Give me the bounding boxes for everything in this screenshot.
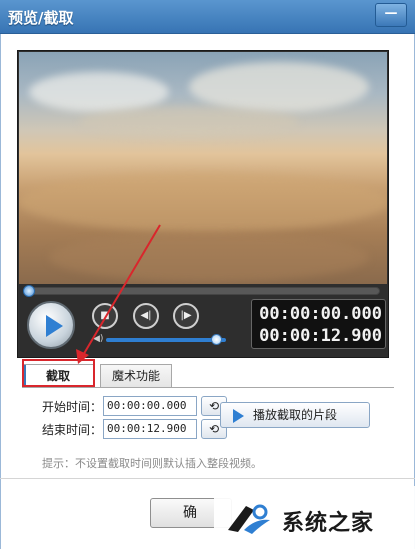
current-time: 00:00:00.000: [259, 304, 382, 324]
minimize-button[interactable]: —: [375, 3, 407, 27]
speaker-icon[interactable]: ◀): [93, 334, 103, 344]
stop-icon: ■: [100, 310, 110, 321]
end-time-label: 结束时间：: [42, 423, 103, 437]
volume-slider[interactable]: [106, 338, 226, 342]
video-player: ■ ◀| |▶ ◀) 00:00:00.000 00:00:12.900: [17, 50, 389, 358]
highlight-box: [22, 359, 95, 387]
stop-button[interactable]: ■: [92, 303, 118, 329]
step-forward-icon: |▶: [180, 310, 192, 321]
seek-handle[interactable]: [23, 285, 35, 297]
hint-text: 提示：不设置截取时间则默认插入整段视频。: [42, 457, 262, 470]
cloud-shape: [49, 232, 369, 282]
total-time: 00:00:12.900: [259, 326, 382, 346]
seek-bar[interactable]: [23, 285, 380, 297]
volume-handle[interactable]: [211, 334, 223, 345]
window-title: 预览/截取: [8, 9, 74, 27]
end-time-input[interactable]: 00:00:12.900: [103, 419, 197, 439]
cloud-shape: [19, 172, 387, 232]
cloud-shape: [29, 72, 169, 112]
clock-icon: ⟲: [208, 399, 220, 413]
watermark-logo: [228, 504, 270, 534]
start-time-input[interactable]: 00:00:00.000: [103, 396, 197, 416]
watermark-text: 系统之家: [282, 511, 375, 536]
cloud-shape: [189, 62, 369, 112]
start-time-label: 开始时间：: [42, 400, 103, 414]
play-segment-button[interactable]: 播放截取的片段: [220, 402, 370, 428]
divider: [0, 478, 415, 479]
step-back-button[interactable]: ◀|: [133, 303, 159, 329]
video-preview[interactable]: [19, 52, 387, 284]
step-forward-button[interactable]: |▶: [173, 303, 199, 329]
time-display: 00:00:00.000 00:00:12.900: [251, 299, 386, 349]
step-back-icon: ◀|: [140, 310, 152, 321]
title-bar: 预览/截取 —: [0, 0, 415, 34]
cloud-shape: [79, 107, 299, 137]
tab-magic[interactable]: 魔术功能: [100, 364, 172, 388]
play-button[interactable]: [27, 301, 75, 349]
clock-icon: ⟲: [208, 422, 220, 436]
